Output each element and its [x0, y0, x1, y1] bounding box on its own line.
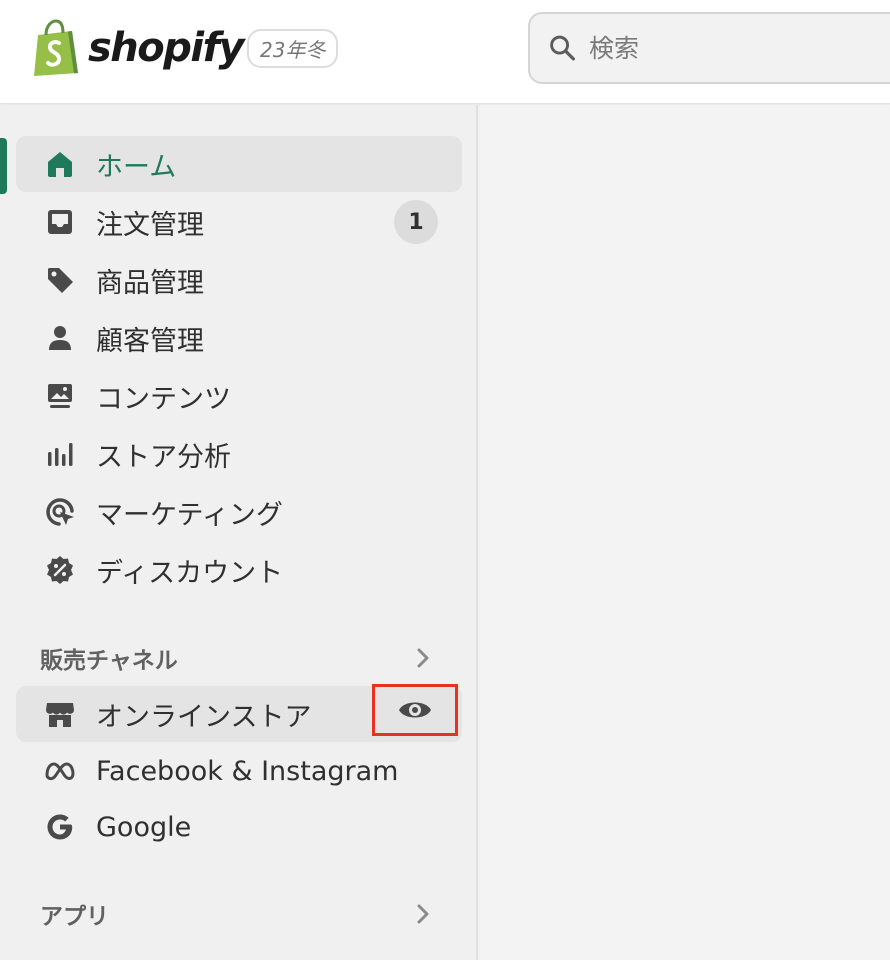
target-cursor-icon [42, 494, 78, 530]
sidebar-item-label: 注文管理 [96, 209, 204, 241]
meta-icon [42, 753, 78, 789]
shopify-bag-icon [34, 19, 78, 76]
sidebar-item-google[interactable]: Google [16, 799, 462, 855]
sidebar-item-content[interactable]: コンテンツ [16, 368, 462, 424]
search-input[interactable] [589, 33, 890, 63]
discount-icon [42, 552, 78, 588]
sidebar-item-label: Facebook & Instagram [96, 755, 399, 787]
storefront-icon [42, 696, 78, 732]
home-icon [42, 146, 78, 182]
sidebar-item-customers[interactable]: 顧客管理 [16, 310, 462, 366]
sidebar-item-facebook-instagram[interactable]: Facebook & Instagram [16, 743, 462, 799]
image-content-icon [42, 378, 78, 414]
sidebar-item-label: 商品管理 [96, 267, 204, 299]
tag-icon [42, 262, 78, 298]
sidebar-item-label: オンラインストア [96, 701, 312, 733]
apps-heading[interactable]: アプリ [40, 894, 440, 934]
sidebar-item-label: ホーム [96, 151, 177, 183]
sidebar-item-online-store[interactable]: オンラインストア [16, 684, 462, 742]
sidebar-item-label: ディスカウント [96, 557, 284, 589]
shopify-logo[interactable]: shopify [30, 18, 245, 78]
main-content-area [480, 105, 890, 960]
sales-channels-heading[interactable]: 販売チャネル [40, 638, 440, 678]
sidebar-item-label: マーケティング [96, 499, 283, 531]
sidebar-item-label: ストア分析 [96, 441, 231, 473]
sidebar-item-products[interactable]: 商品管理 [16, 252, 462, 308]
inbox-icon [42, 204, 78, 240]
sidebar-item-label: コンテンツ [96, 383, 231, 415]
search-bar[interactable] [528, 12, 890, 84]
search-icon [550, 35, 576, 61]
sidebar-item-label: Google [96, 811, 192, 843]
orders-count-badge: 1 [394, 200, 438, 244]
person-icon [42, 320, 78, 356]
view-online-store-button[interactable] [372, 684, 458, 736]
sidebar-item-orders[interactable]: 注文管理 1 [16, 194, 462, 250]
sidebar-nav: ホーム 注文管理 1 商品管理 顧客管理 コンテンツ ストア分析 マーケティング… [0, 105, 478, 960]
google-icon [42, 809, 78, 845]
bar-chart-icon [42, 436, 78, 472]
sidebar-item-discounts[interactable]: ディスカウント [16, 542, 462, 598]
active-indicator [0, 138, 7, 194]
sidebar-item-analytics[interactable]: ストア分析 [16, 426, 462, 482]
version-badge: 23年冬 [247, 29, 339, 68]
top-bar: shopify 23年冬 [0, 0, 890, 104]
sidebar-item-label: 顧客管理 [96, 325, 204, 357]
sidebar-item-marketing[interactable]: マーケティング [16, 484, 462, 540]
eye-icon [399, 702, 431, 718]
chevron-right-icon[interactable] [410, 894, 436, 934]
chevron-right-icon[interactable] [410, 638, 436, 678]
shopify-wordmark: shopify [88, 25, 245, 71]
sidebar-item-home[interactable]: ホーム [16, 136, 462, 192]
